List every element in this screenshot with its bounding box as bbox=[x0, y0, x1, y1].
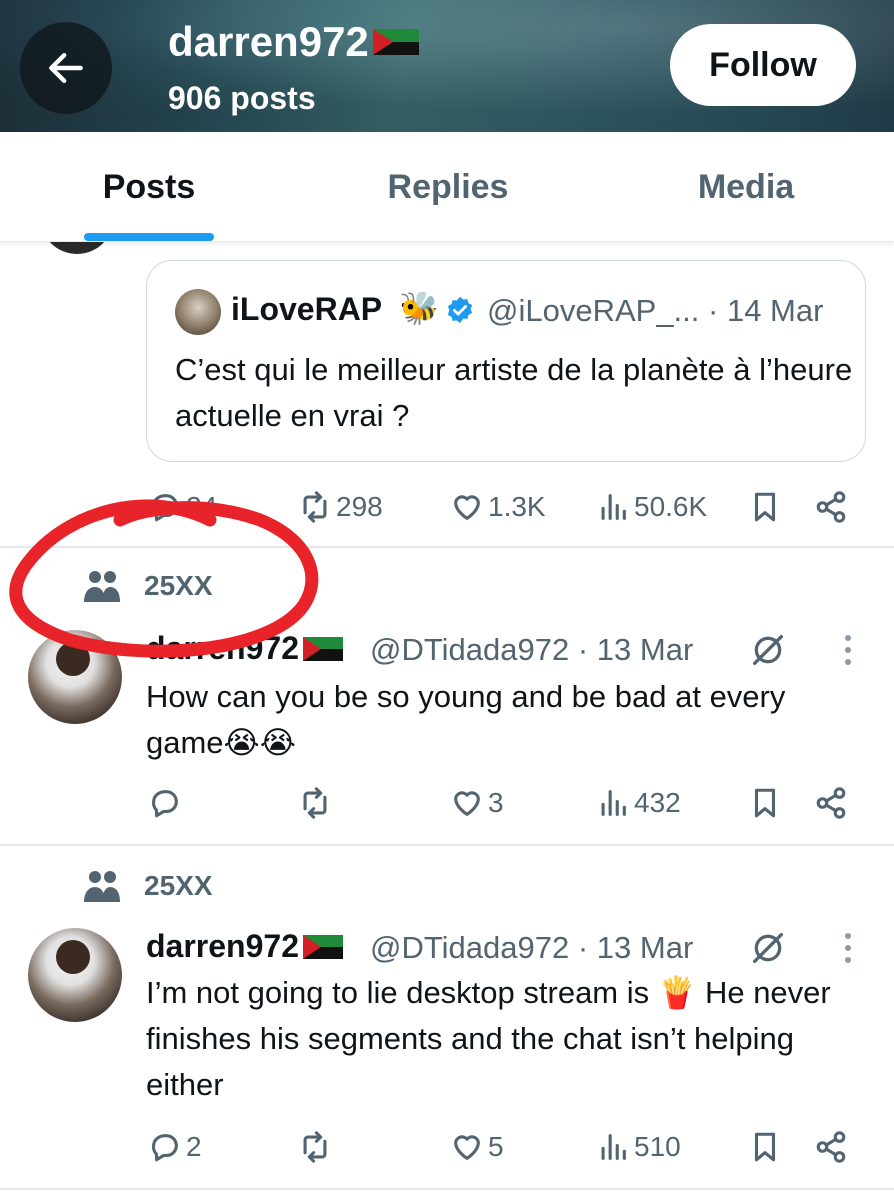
repost-button[interactable] bbox=[298, 778, 336, 828]
repost-button[interactable]: 298 bbox=[298, 482, 383, 532]
posts-count: 906 posts bbox=[168, 80, 316, 116]
profile-header-banner: darren972 906 posts Follow bbox=[0, 0, 894, 132]
community-name: 25XX bbox=[144, 870, 213, 901]
quoted-author-name[interactable]: iLoveRAP bbox=[231, 291, 382, 328]
post-date[interactable]: · 13 Mar bbox=[578, 930, 693, 965]
community-icon bbox=[84, 571, 120, 602]
post-actions: 3 432 bbox=[0, 778, 894, 828]
repost-icon bbox=[303, 787, 327, 819]
post-actions: 2 5 510 bbox=[0, 1122, 894, 1172]
views-button[interactable]: 50.6K bbox=[596, 482, 707, 532]
author-handle[interactable]: @DTidada972 bbox=[370, 930, 569, 965]
repost-icon bbox=[303, 491, 327, 523]
bookmark-icon bbox=[754, 788, 776, 818]
like-icon bbox=[454, 1135, 480, 1160]
back-button[interactable] bbox=[20, 22, 112, 114]
quoted-date[interactable]: · 14 Mar bbox=[708, 293, 823, 328]
quoted-post[interactable]: iLoveRAP 🐝 @iLoveRAP_... · 14 Mar C’est … bbox=[146, 260, 866, 462]
like-button[interactable]: 5 bbox=[450, 1122, 504, 1172]
post-text: I’m not going to lie desktop stream is 🍟… bbox=[146, 975, 831, 1102]
tab-media[interactable]: Media bbox=[598, 132, 894, 242]
martinique-flag-icon bbox=[302, 636, 343, 661]
like-button[interactable]: 1.3K bbox=[450, 482, 546, 532]
back-arrow-icon bbox=[49, 52, 83, 84]
share-button[interactable] bbox=[814, 1122, 848, 1172]
follow-button[interactable]: Follow bbox=[670, 24, 856, 106]
like-count: 1.3K bbox=[488, 491, 546, 522]
quoted-handle-date: @iLoveRAP_... · 14 Mar bbox=[487, 293, 823, 329]
author-name-text: darren972 bbox=[146, 630, 299, 666]
martinique-flag-icon bbox=[302, 934, 343, 959]
author-name[interactable]: darren972 bbox=[146, 928, 343, 965]
share-icon bbox=[816, 1131, 846, 1163]
quoted-text: C’est qui le meilleur artiste de la plan… bbox=[175, 352, 853, 433]
author-handle[interactable]: @DTidada972 bbox=[370, 632, 569, 667]
views-count: 432 bbox=[634, 787, 681, 818]
reply-button[interactable] bbox=[148, 778, 186, 828]
views-button[interactable]: 432 bbox=[596, 778, 681, 828]
quoted-avatar[interactable] bbox=[175, 289, 221, 335]
post-date[interactable]: · 13 Mar bbox=[578, 632, 693, 667]
quoted-handle[interactable]: @iLoveRAP_... bbox=[487, 293, 699, 328]
divider bbox=[0, 1188, 894, 1190]
reply-icon bbox=[152, 1134, 178, 1162]
views-icon bbox=[601, 790, 626, 816]
grok-icon[interactable] bbox=[748, 928, 788, 968]
share-icon bbox=[816, 787, 846, 819]
views-button[interactable]: 510 bbox=[596, 1122, 681, 1172]
handle-date: @DTidada972 · 13 Mar bbox=[370, 632, 693, 668]
reply-icon bbox=[152, 494, 178, 522]
profile-display-name: darren972 bbox=[168, 18, 419, 66]
bee-emoji: 🐝 bbox=[399, 290, 439, 326]
like-icon bbox=[454, 495, 480, 520]
more-icon[interactable] bbox=[838, 928, 858, 968]
martinique-flag-icon bbox=[372, 29, 419, 55]
post-actions: 24 298 1.3K 50.6K bbox=[0, 482, 894, 532]
like-count: 3 bbox=[488, 787, 504, 818]
views-count: 510 bbox=[634, 1131, 681, 1162]
community-icon bbox=[84, 871, 120, 902]
share-button[interactable] bbox=[814, 482, 848, 532]
repost-button[interactable] bbox=[298, 1122, 336, 1172]
community-name: 25XX bbox=[144, 570, 213, 601]
author-name[interactable]: darren972 bbox=[146, 630, 343, 667]
repost-icon bbox=[303, 1131, 327, 1163]
profile-tabs: Posts Replies Media bbox=[0, 132, 894, 242]
avatar[interactable] bbox=[28, 630, 122, 724]
bookmark-button[interactable] bbox=[748, 1122, 782, 1172]
bookmark-icon bbox=[754, 1132, 776, 1162]
bookmark-button[interactable] bbox=[748, 778, 782, 828]
community-label[interactable]: 25XX bbox=[82, 864, 213, 908]
like-count: 5 bbox=[488, 1131, 504, 1162]
more-icon[interactable] bbox=[838, 630, 858, 670]
share-button[interactable] bbox=[814, 778, 848, 828]
verified-badge-icon bbox=[447, 296, 473, 324]
views-icon bbox=[601, 1134, 626, 1160]
reply-button[interactable]: 2 bbox=[148, 1122, 202, 1172]
author-name-text: darren972 bbox=[146, 928, 299, 964]
bookmark-button[interactable] bbox=[748, 482, 782, 532]
reply-icon bbox=[152, 790, 178, 818]
tab-replies[interactable]: Replies bbox=[298, 132, 598, 242]
post-text: How can you be so young and be bad at ev… bbox=[146, 679, 786, 760]
community-label[interactable]: 25XX bbox=[82, 564, 213, 608]
repost-count: 298 bbox=[336, 491, 383, 522]
profile-name-text: darren972 bbox=[168, 18, 369, 65]
divider bbox=[0, 546, 894, 548]
views-count: 50.6K bbox=[634, 491, 708, 522]
bookmark-icon bbox=[754, 492, 776, 522]
handle-date: @DTidada972 · 13 Mar bbox=[370, 930, 693, 966]
like-icon bbox=[454, 791, 480, 816]
grok-icon[interactable] bbox=[748, 630, 788, 670]
views-icon bbox=[601, 494, 626, 520]
divider bbox=[0, 844, 894, 846]
active-tab-indicator bbox=[84, 233, 214, 241]
reply-count: 2 bbox=[186, 1131, 202, 1162]
like-button[interactable]: 3 bbox=[450, 778, 504, 828]
reply-button[interactable]: 24 bbox=[148, 482, 217, 532]
avatar[interactable] bbox=[28, 928, 122, 1022]
share-icon bbox=[816, 491, 846, 523]
tab-posts[interactable]: Posts bbox=[0, 132, 298, 242]
reply-count: 24 bbox=[186, 491, 218, 522]
